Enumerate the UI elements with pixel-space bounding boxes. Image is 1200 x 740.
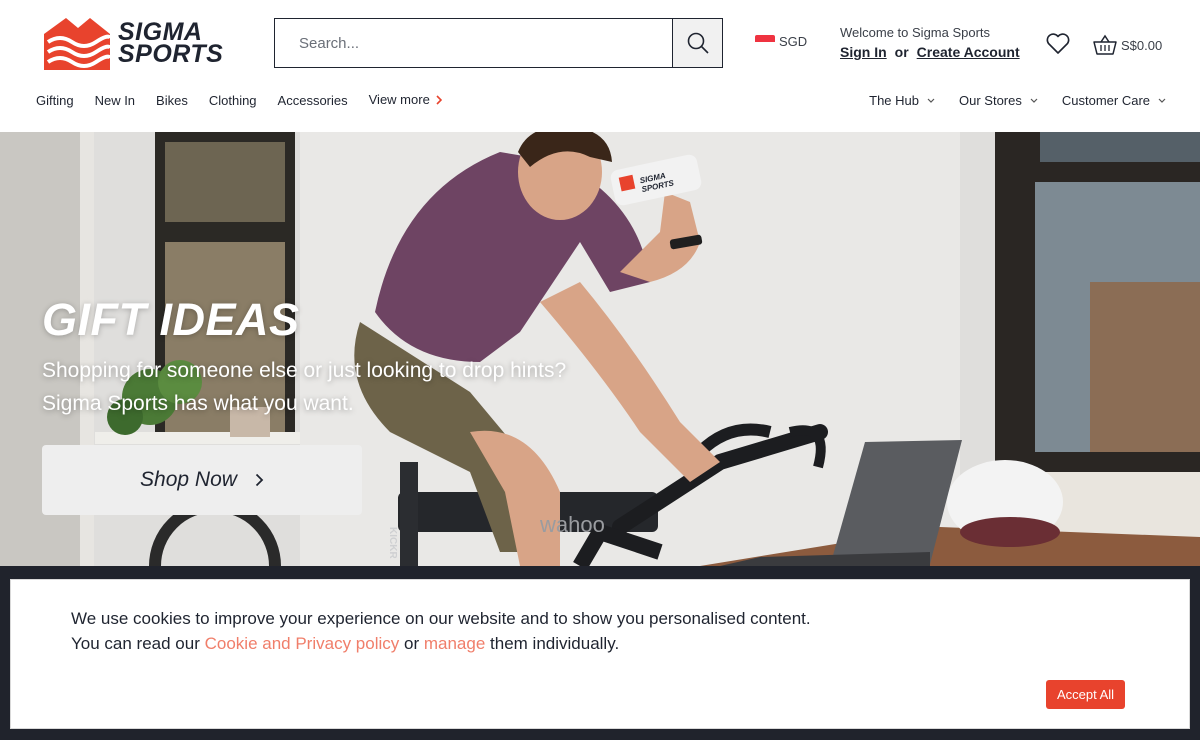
or-text: or: [894, 44, 909, 60]
shop-now-label: Shop Now: [140, 468, 237, 491]
trainer-model-text: KICKR: [387, 527, 398, 559]
wishlist-button[interactable]: [1045, 32, 1071, 56]
heart-icon: [1046, 33, 1070, 54]
chevron-right-icon: [255, 473, 264, 487]
basket-button[interactable]: S$0.00: [1093, 34, 1162, 56]
view-more-link[interactable]: View more: [369, 91, 442, 108]
nav-item-the-hub[interactable]: The Hub: [869, 93, 935, 108]
nav-item-new-in[interactable]: New In: [95, 93, 135, 108]
welcome-text: Welcome to Sigma Sports: [840, 25, 991, 40]
hero-title: GIFT IDEAS: [42, 294, 300, 345]
cookie-message: We use cookies to improve your experienc…: [71, 606, 811, 656]
secondary-nav: The Hub Our Stores Customer Care: [869, 93, 1166, 108]
basket-icon: [1093, 34, 1117, 55]
chevron-down-icon: [1158, 98, 1166, 103]
account-links: Sign In or Create Account: [840, 44, 1020, 60]
nav-item-gifting[interactable]: Gifting: [36, 93, 74, 108]
basket-total: S$0.00: [1121, 37, 1163, 53]
nav-item-bikes[interactable]: Bikes: [156, 93, 188, 108]
singapore-flag-icon: [755, 34, 775, 49]
create-account-link[interactable]: Create Account: [917, 44, 1020, 60]
sigma-sports-logo[interactable]: SIGMA SPORTS: [44, 16, 252, 70]
cookie-message-line-1: We use cookies to improve your experienc…: [71, 609, 811, 628]
hero-subtitle: Shopping for someone else or just lookin…: [42, 354, 642, 420]
manage-cookies-link[interactable]: manage: [424, 634, 485, 653]
currency-code: SGD: [779, 34, 808, 49]
cookie-or-text: or: [404, 634, 420, 653]
search-button[interactable]: [672, 19, 722, 67]
nav-item-label: Our Stores: [959, 93, 1022, 108]
cookie-line-2-prefix: You can read our: [71, 634, 200, 653]
cookie-banner: We use cookies to improve your experienc…: [10, 579, 1190, 729]
main-nav: Gifting New In Bikes Clothing Accessorie…: [36, 91, 442, 108]
search-input[interactable]: [275, 19, 672, 67]
search-icon: [687, 32, 709, 54]
site-header: SIGMA SPORTS SGD Welcome to Sigma Sports…: [0, 0, 1200, 132]
hero-subtitle-line-2: Sigma Sports has what you want.: [42, 392, 354, 415]
hero-banner[interactable]: SIGMA SPORTS wahoo KICKR GIFT IDEAS Shop…: [0, 132, 1200, 566]
logo-mark-icon: [44, 18, 110, 70]
nav-item-our-stores[interactable]: Our Stores: [959, 93, 1038, 108]
accept-all-button[interactable]: Accept All: [1046, 680, 1125, 709]
currency-selector[interactable]: SGD: [755, 34, 807, 49]
cookie-message-line-2: You can read our Cookie and Privacy poli…: [71, 631, 811, 656]
cookie-policy-link[interactable]: Cookie and Privacy policy: [205, 634, 400, 653]
logo-wordmark: SIGMA SPORTS: [118, 20, 224, 68]
search-bar: [274, 18, 723, 68]
nav-item-label: The Hub: [869, 93, 919, 108]
nav-item-label: Customer Care: [1061, 93, 1150, 108]
chevron-right-icon: [436, 94, 442, 105]
cookie-line-2-suffix: them individually.: [490, 634, 620, 653]
nav-item-accessories[interactable]: Accessories: [278, 93, 348, 108]
hero-subtitle-line-1: Shopping for someone else or just lookin…: [42, 359, 567, 382]
trainer-brand-text: wahoo: [539, 512, 605, 537]
view-more-label: View more: [368, 92, 430, 107]
nav-item-customer-care[interactable]: Customer Care: [1062, 93, 1166, 108]
chevron-down-icon: [927, 98, 935, 103]
nav-item-clothing[interactable]: Clothing: [209, 93, 257, 108]
shop-now-button[interactable]: Shop Now: [42, 445, 362, 515]
chevron-down-icon: [1030, 98, 1038, 103]
logo-line-2: SPORTS: [118, 40, 224, 68]
sign-in-link[interactable]: Sign In: [840, 44, 887, 60]
